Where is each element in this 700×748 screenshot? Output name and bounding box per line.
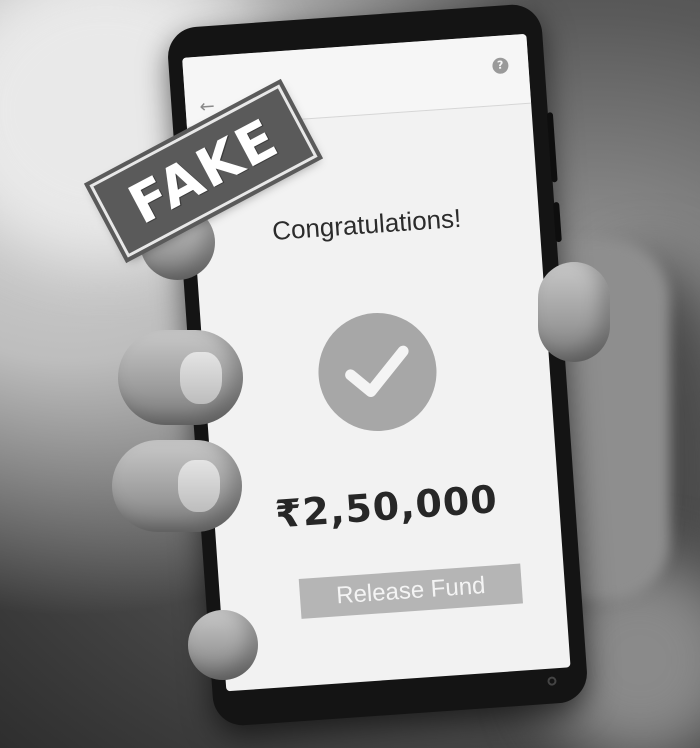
fingernail: [178, 460, 220, 512]
fingernail: [180, 352, 222, 404]
release-fund-button[interactable]: Release Fund: [298, 563, 523, 619]
finger-middle: [112, 440, 242, 532]
check-circle-icon: [314, 309, 441, 435]
prize-amount: ₹2,50,000: [273, 477, 500, 537]
photo-scene: ← ? Congratulations! ₹2,50,000 Release F…: [0, 0, 700, 748]
help-icon[interactable]: ?: [491, 57, 509, 75]
volume-button: [546, 112, 558, 183]
checkmark-icon: [345, 345, 409, 398]
congratulations-title: Congratulations!: [271, 202, 463, 246]
thumb: [538, 262, 610, 362]
power-button: [553, 201, 562, 243]
camera-dot: [547, 676, 557, 686]
finger-index: [118, 330, 243, 425]
back-arrow-icon[interactable]: ←: [199, 96, 216, 118]
finger-ring: [188, 610, 258, 680]
